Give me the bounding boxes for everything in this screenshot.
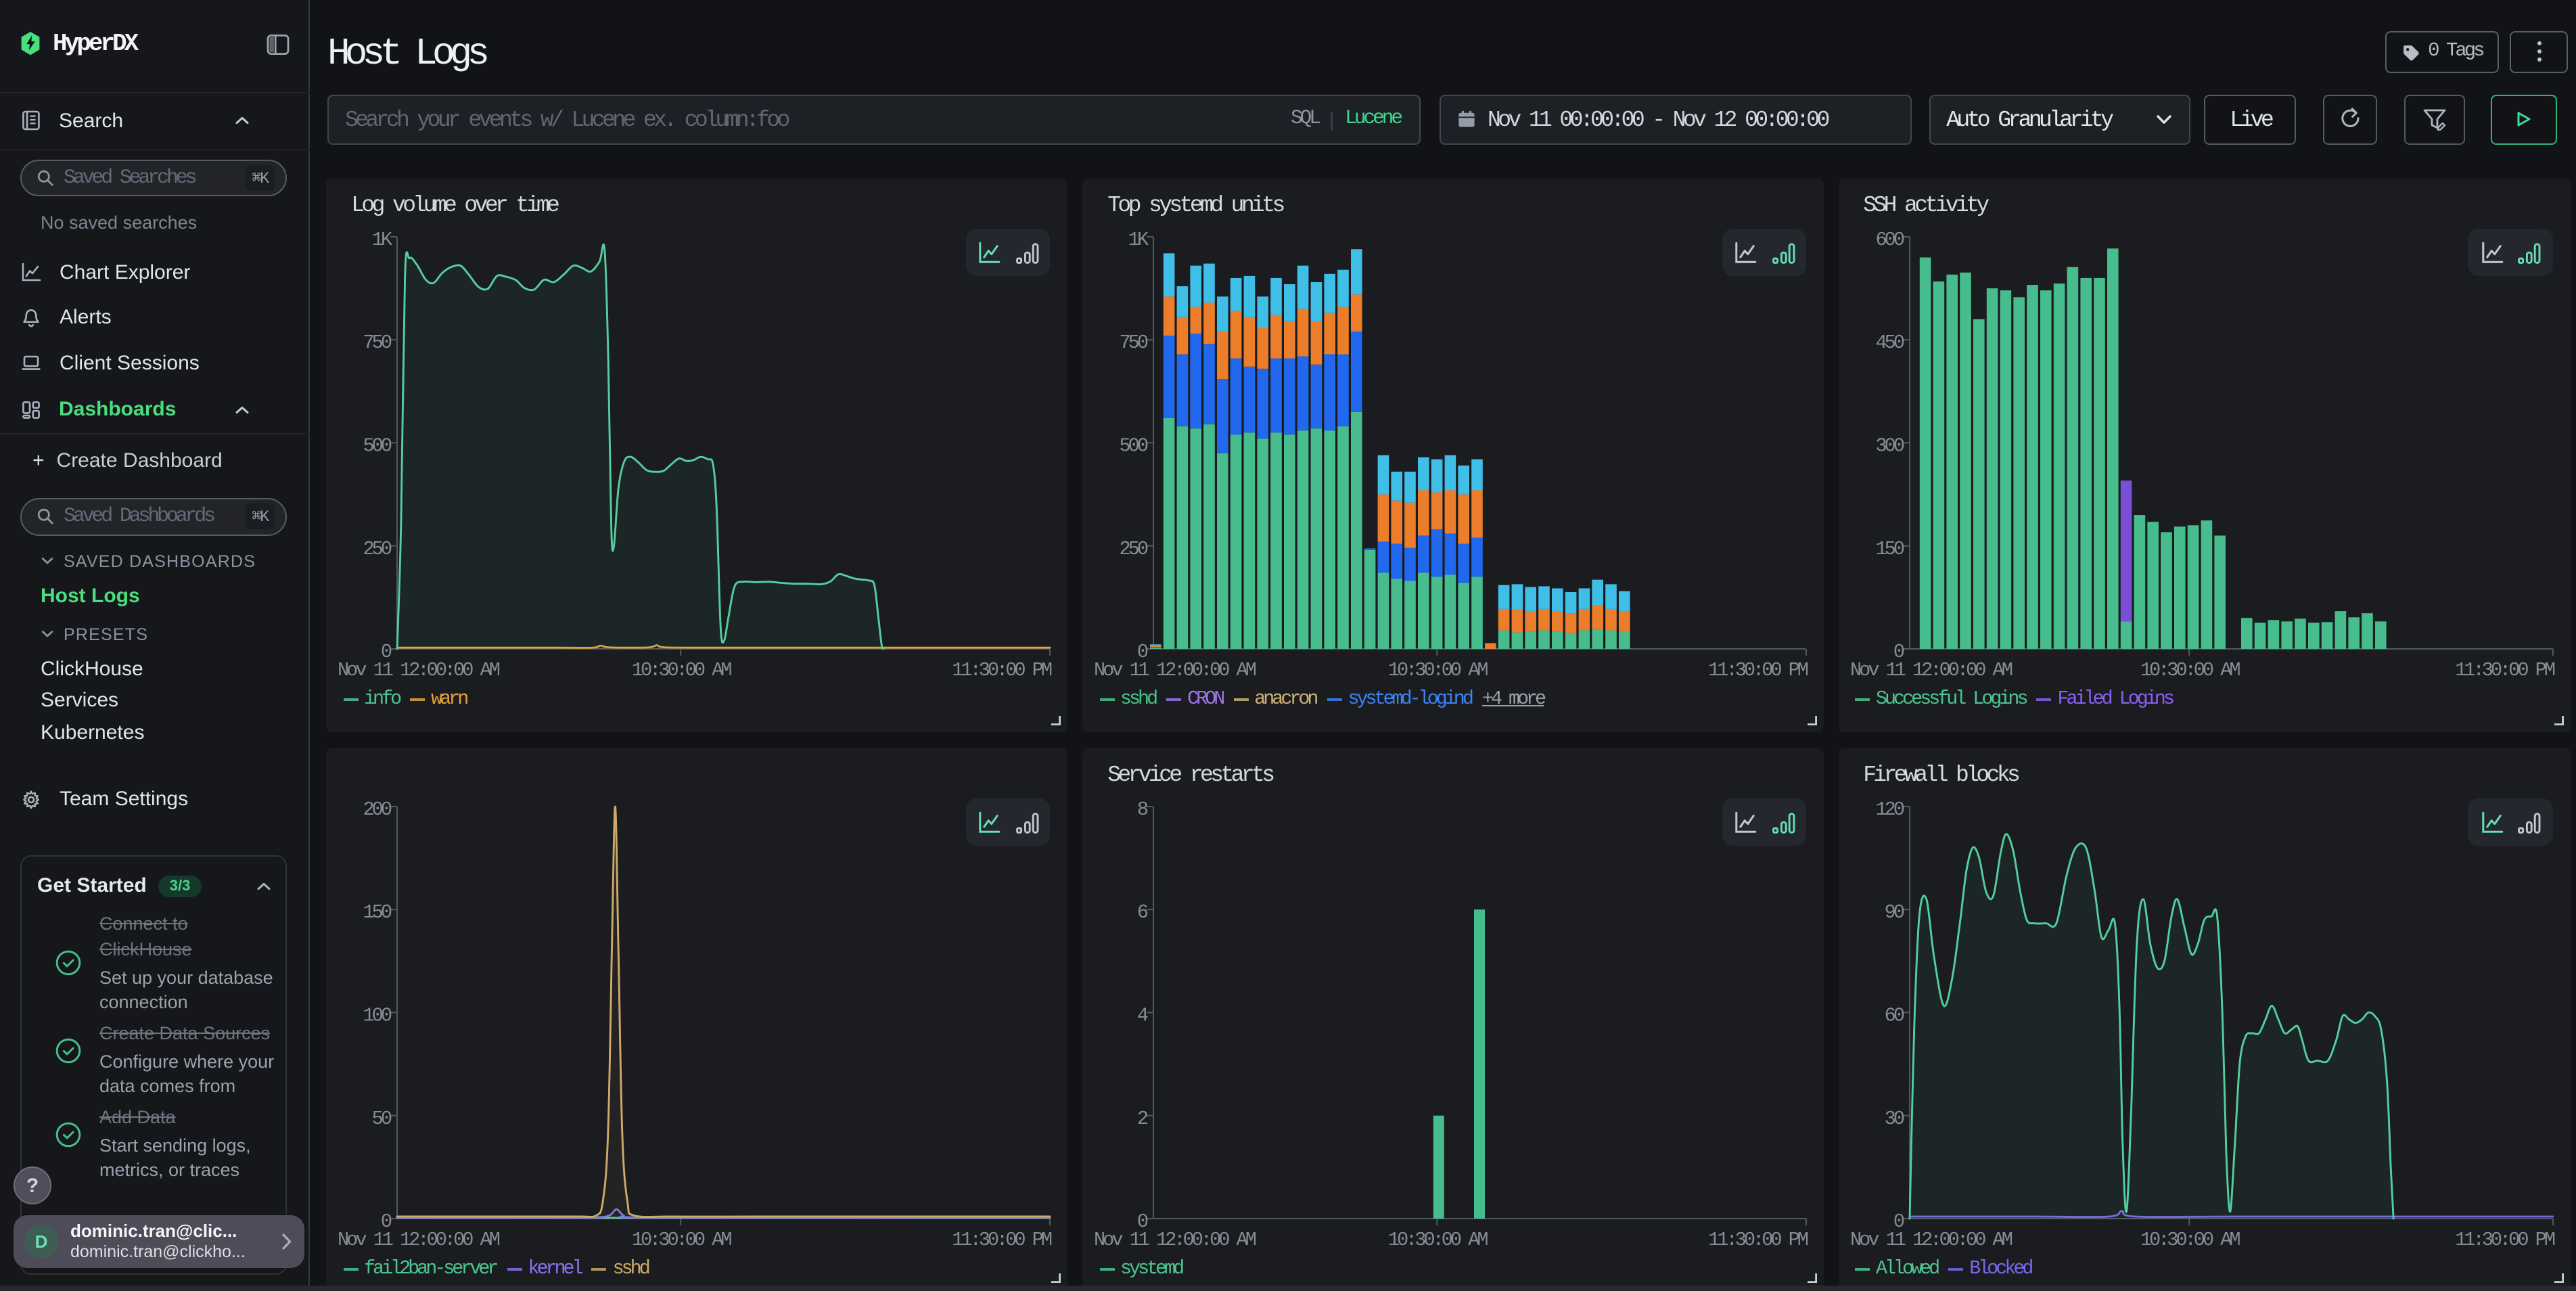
svg-text:10:30:00 AM: 10:30:00 AM	[632, 659, 732, 681]
svg-text:1K: 1K	[1128, 229, 1149, 251]
svg-text:10:30:00 AM: 10:30:00 AM	[1388, 1229, 1488, 1251]
svg-text:100: 100	[363, 1004, 392, 1026]
svg-text:10:30:00 AM: 10:30:00 AM	[2140, 1229, 2240, 1251]
svg-text:Nov 11 12:00:00 AM: Nov 11 12:00:00 AM	[338, 1229, 500, 1251]
svg-text:250: 250	[363, 538, 392, 560]
svg-text:600: 600	[1875, 229, 1904, 251]
svg-text:11:30:00 PM: 11:30:00 PM	[1708, 1229, 1808, 1251]
svg-text:200: 200	[363, 798, 392, 821]
svg-text:300: 300	[1875, 434, 1904, 457]
svg-text:4: 4	[1137, 1004, 1148, 1026]
svg-text:10:30:00 AM: 10:30:00 AM	[632, 1229, 732, 1251]
svg-text:11:30:00 PM: 11:30:00 PM	[952, 1229, 1052, 1251]
svg-text:Nov 11 12:00:00 AM: Nov 11 12:00:00 AM	[1094, 659, 1256, 681]
svg-text:60: 60	[1884, 1004, 1904, 1026]
svg-text:11:30:00 PM: 11:30:00 PM	[1708, 659, 1808, 681]
svg-text:120: 120	[1875, 798, 1904, 821]
svg-text:Nov 11 12:00:00 AM: Nov 11 12:00:00 AM	[338, 659, 500, 681]
svg-text:500: 500	[1120, 434, 1148, 457]
svg-text:2: 2	[1137, 1108, 1148, 1130]
svg-text:11:30:00 PM: 11:30:00 PM	[2454, 1229, 2554, 1251]
svg-text:10:30:00 AM: 10:30:00 AM	[1388, 659, 1488, 681]
svg-text:11:30:00 PM: 11:30:00 PM	[952, 659, 1052, 681]
svg-text:1K: 1K	[372, 229, 393, 251]
svg-text:250: 250	[1120, 538, 1148, 560]
svg-text:750: 750	[363, 332, 392, 354]
svg-text:150: 150	[1875, 538, 1904, 560]
svg-text:90: 90	[1884, 901, 1904, 924]
svg-text:6: 6	[1137, 901, 1148, 924]
svg-text:10:30:00 AM: 10:30:00 AM	[2140, 659, 2240, 681]
svg-text:Nov 11 12:00:00 AM: Nov 11 12:00:00 AM	[1094, 1229, 1256, 1251]
svg-text:8: 8	[1137, 798, 1148, 821]
svg-text:Nov 11 12:00:00 AM: Nov 11 12:00:00 AM	[1849, 659, 2012, 681]
svg-text:11:30:00 PM: 11:30:00 PM	[2454, 659, 2554, 681]
svg-text:Nov 11 12:00:00 AM: Nov 11 12:00:00 AM	[1849, 1229, 2012, 1251]
svg-text:30: 30	[1884, 1108, 1904, 1130]
svg-text:150: 150	[363, 901, 392, 924]
svg-text:450: 450	[1875, 332, 1904, 354]
svg-text:50: 50	[372, 1108, 392, 1130]
svg-text:750: 750	[1120, 332, 1148, 354]
svg-text:500: 500	[363, 434, 392, 457]
